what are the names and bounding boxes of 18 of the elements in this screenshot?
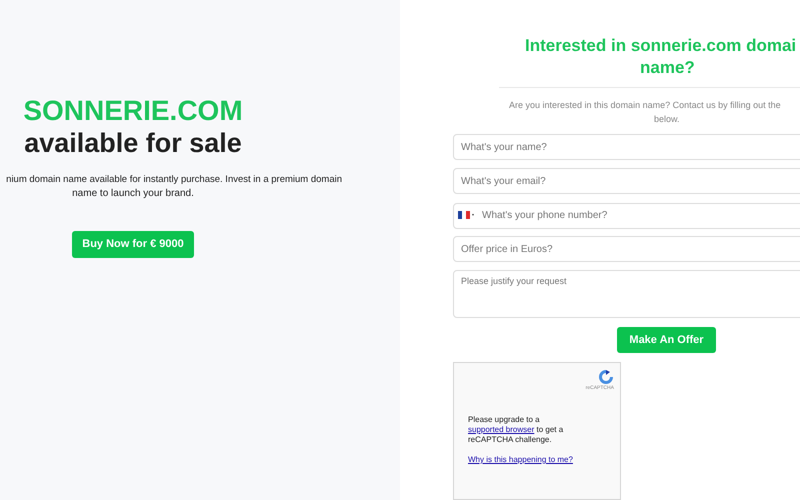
input-field[interactable]: Offer price in Euros? — [453, 236, 800, 262]
description: nium domain name available for instantly purchase. Invest in a premium domain — [5, 173, 342, 187]
captcha-message: Please upgrade to a supported browser to get a reCAPTCHA challenge. — [468, 414, 564, 445]
supported-browser-link[interactable]: supported browser — [468, 424, 534, 434]
textarea-field[interactable]: Please justify your request — [453, 270, 800, 318]
input-field[interactable]: What's your name? — [453, 134, 800, 160]
flag-icon[interactable] — [458, 211, 476, 219]
domain-title: SONNERIE.COM — [22, 95, 244, 127]
sale-heading: available for sale — [23, 127, 243, 159]
description: name to launch your brand. — [71, 187, 195, 201]
help-link[interactable]: Why is this happening to me? — [468, 454, 606, 466]
phone-field[interactable]: What's your phone number? — [453, 202, 800, 228]
offer-heading: name? — [639, 57, 696, 79]
intro-text: below. — [653, 113, 681, 126]
input-field[interactable]: What's your email? — [453, 168, 800, 194]
captcha-logo-icon — [598, 369, 614, 386]
intro-text: Are you interested in this domain name? Contact us by filling out the — [508, 99, 782, 112]
offer-heading: Interested in sonnerie.com domai — [524, 35, 798, 57]
